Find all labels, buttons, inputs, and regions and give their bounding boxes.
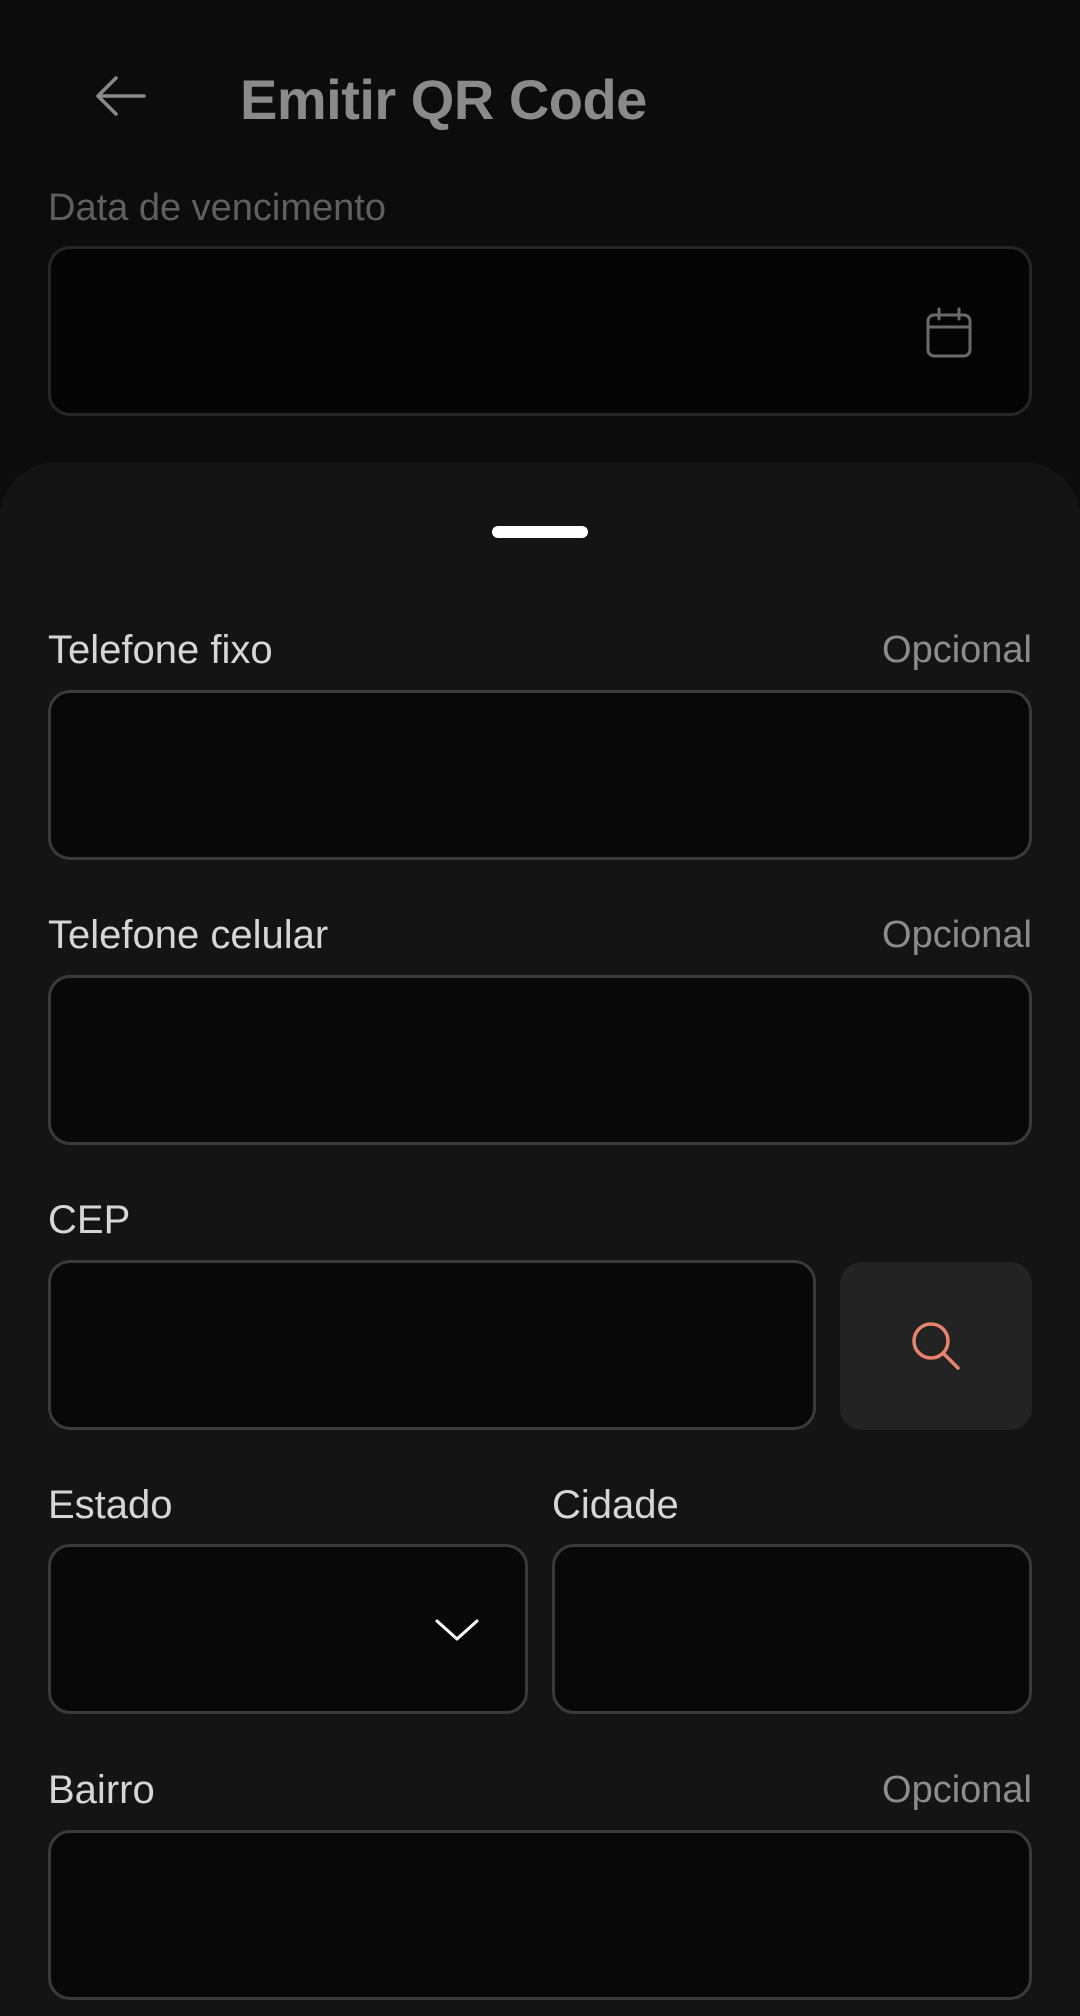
landline-optional-tag: Opcional bbox=[882, 629, 1032, 671]
cep-input[interactable] bbox=[51, 1263, 813, 1427]
cep-field[interactable] bbox=[48, 1260, 816, 1430]
back-button[interactable] bbox=[84, 60, 156, 132]
neighborhood-field[interactable] bbox=[48, 1830, 1032, 2000]
calendar-icon[interactable] bbox=[925, 307, 973, 359]
state-label: Estado bbox=[48, 1483, 173, 1527]
neighborhood-optional-tag: Opcional bbox=[882, 1769, 1032, 1811]
mobile-optional-tag: Opcional bbox=[882, 914, 1032, 956]
city-label: Cidade bbox=[552, 1483, 679, 1527]
landline-input[interactable] bbox=[51, 693, 1029, 857]
landline-field[interactable] bbox=[48, 690, 1032, 860]
app-header: Emitir QR Code bbox=[0, 0, 1080, 190]
city-input[interactable] bbox=[555, 1547, 1029, 1711]
mobile-input[interactable] bbox=[51, 978, 1029, 1142]
mobile-label: Telefone celular bbox=[48, 913, 329, 957]
neighborhood-input[interactable] bbox=[51, 1833, 1029, 1997]
screen: Emitir QR Code Data de vencimento Telefo… bbox=[0, 0, 1080, 2016]
cep-search-button[interactable] bbox=[840, 1262, 1032, 1430]
due-date-field[interactable] bbox=[48, 246, 1032, 416]
cep-label: CEP bbox=[48, 1198, 131, 1242]
chevron-down-icon bbox=[435, 1619, 479, 1641]
city-field[interactable] bbox=[552, 1544, 1032, 1714]
due-date-label: Data de vencimento bbox=[48, 187, 386, 229]
bottom-sheet: Telefone fixo Opcional Telefone celular … bbox=[0, 462, 1080, 2016]
search-icon bbox=[912, 1322, 960, 1370]
landline-label: Telefone fixo bbox=[48, 628, 273, 672]
mobile-field[interactable] bbox=[48, 975, 1032, 1145]
state-select[interactable] bbox=[48, 1544, 528, 1714]
neighborhood-label: Bairro bbox=[48, 1768, 155, 1812]
arrow-left-icon bbox=[96, 76, 146, 116]
page-title: Emitir QR Code bbox=[240, 68, 647, 131]
sheet-drag-handle[interactable] bbox=[492, 526, 588, 538]
